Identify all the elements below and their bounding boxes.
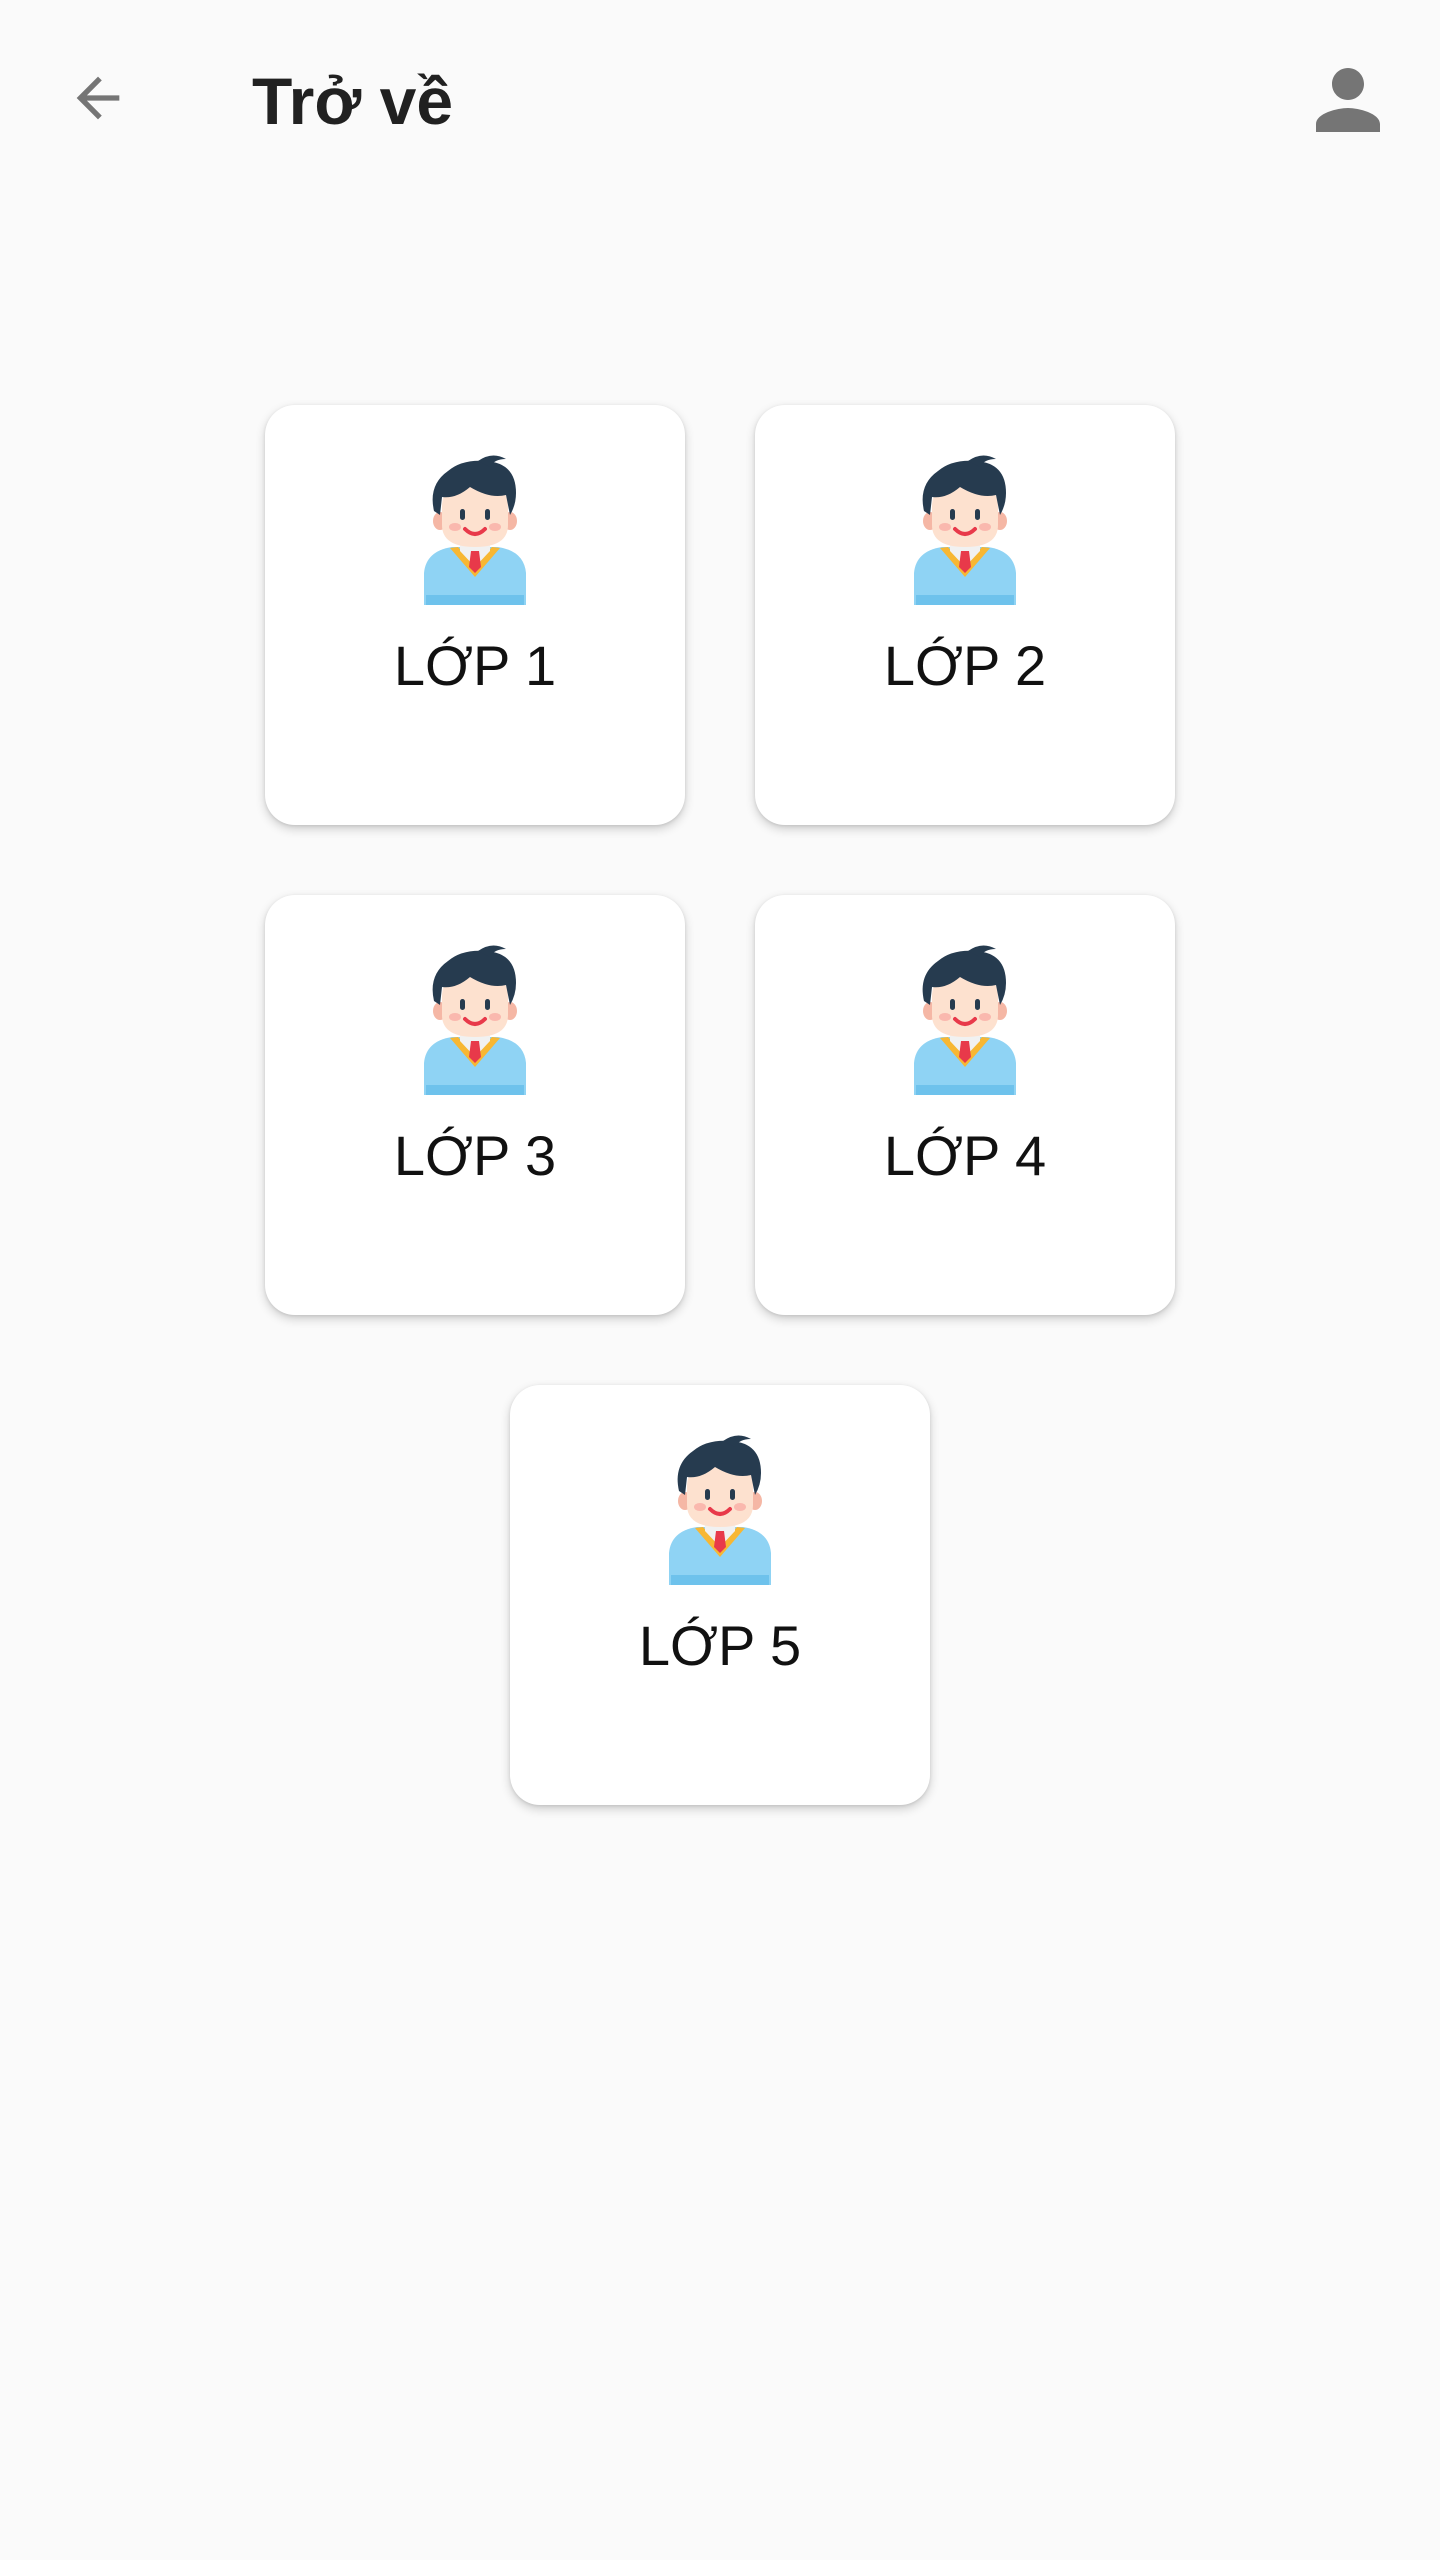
class-label: LỚP 3 <box>393 1124 557 1187</box>
class-label: LỚP 5 <box>638 1614 802 1677</box>
student-avatar-icon <box>910 945 1020 1095</box>
class-label: LỚP 2 <box>883 634 1047 697</box>
student-avatar-icon <box>665 1435 775 1585</box>
class-card-4[interactable]: LỚP 4 <box>755 895 1175 1315</box>
class-card-5[interactable]: LỚP 5 <box>510 1385 930 1805</box>
student-avatar-icon <box>910 455 1020 605</box>
class-label: LỚP 4 <box>883 1124 1047 1187</box>
class-label: LỚP 1 <box>393 634 557 697</box>
class-grid: LỚP 1 LỚP 2 LỚP 3 LỚP 4 LỚP 5 <box>0 0 1440 2560</box>
student-avatar-icon <box>420 945 530 1095</box>
class-card-3[interactable]: LỚP 3 <box>265 895 685 1315</box>
student-avatar-icon <box>420 455 530 605</box>
class-card-1[interactable]: LỚP 1 <box>265 405 685 825</box>
class-card-2[interactable]: LỚP 2 <box>755 405 1175 825</box>
